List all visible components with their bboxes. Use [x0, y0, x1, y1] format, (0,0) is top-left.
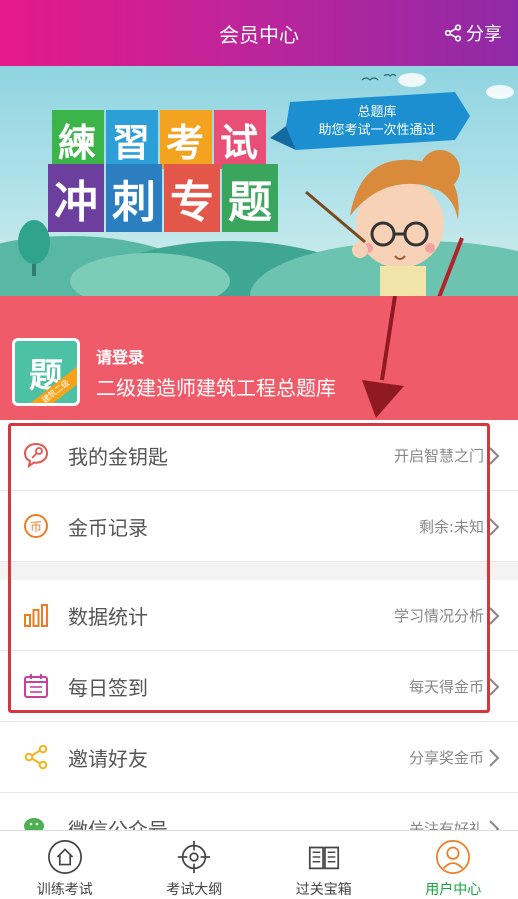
menu-label: 数据统计 [68, 604, 148, 629]
tab-label: 用户中心 [425, 882, 482, 898]
tab-user-center[interactable]: 用户中心 [389, 831, 518, 899]
banner-flag: 总题库 助您考试一次性通过 [282, 100, 472, 146]
menu-label: 金币记录 [68, 515, 148, 540]
menu-item-golden-key[interactable]: 我的金钥匙 开启智慧之门 [0, 420, 518, 491]
headline-bottom-char-2: 刺 [106, 164, 162, 232]
headline-top-char-3: 考 [160, 110, 213, 169]
menu-item-data-stats[interactable]: 数据统计 学习情况分析 [0, 580, 518, 651]
headline-bottom-char-4: 题 [222, 164, 278, 232]
menu-hint: 开启智慧之门 [393, 446, 484, 465]
coin-icon: 币 [22, 512, 50, 540]
key-chat-icon [22, 441, 50, 469]
section-divider [0, 562, 518, 580]
member-menu: 我的金钥匙 开启智慧之门 币 金币记录 剩余:未知 数据统计 学习情况分析 每日… [0, 420, 518, 864]
menu-item-daily-checkin[interactable]: 每日签到 每天得金币 [0, 651, 518, 722]
headline-bottom-char-1: 冲 [48, 164, 104, 232]
bottom-tab-bar: 训练考试 考试大纲 过关宝箱 用户中心 [0, 830, 518, 899]
chevron-right-icon [489, 447, 500, 465]
menu-hint: 学习情况分析 [393, 606, 484, 625]
menu-hint: 分享奖金币 [408, 748, 484, 767]
banner-headline-top: 練習考试 [52, 110, 268, 169]
flag-line-2: 助您考试一次性通过 [318, 123, 436, 138]
headline-top-char-2: 習 [106, 110, 159, 169]
user-icon [436, 840, 471, 874]
question-bank-name: 二级建造师建筑工程总题库 [96, 376, 336, 400]
book-icon [308, 846, 339, 870]
menu-label: 我的金钥匙 [68, 444, 168, 469]
question-bank-logo: 题 建筑二级 [12, 338, 80, 406]
chevron-right-icon [489, 749, 500, 767]
headline-top-char-1: 練 [52, 110, 105, 169]
chevron-right-icon [489, 518, 500, 536]
chevron-right-icon [489, 607, 500, 625]
banner-headline-bottom: 冲刺专题 [48, 164, 280, 232]
target-icon [178, 840, 211, 874]
share-button[interactable]: 分享 [444, 0, 502, 66]
menu-hint: 每天得金币 [408, 677, 484, 696]
login-prompt[interactable]: 请登录 [96, 344, 144, 368]
promo-banner[interactable]: 練習考试 冲刺专题 总题库 助您考试一次性通过 [0, 66, 518, 296]
share-icon [444, 24, 462, 42]
chevron-right-icon [489, 678, 500, 696]
tab-pass-treasure[interactable]: 过关宝箱 [259, 831, 389, 899]
tab-label: 训练考试 [36, 882, 93, 898]
calendar-icon [22, 672, 50, 700]
svg-text:币: 币 [30, 520, 42, 534]
menu-item-invite-friends[interactable]: 邀请好友 分享奖金币 [0, 722, 518, 793]
headline-bottom-char-3: 专 [164, 164, 220, 232]
home-icon [47, 840, 82, 874]
login-panel[interactable]: 题 建筑二级 请登录 二级建造师建筑工程总题库 [0, 296, 518, 420]
share-label: 分享 [466, 24, 502, 45]
tab-training-exam[interactable]: 训练考试 [0, 831, 130, 899]
share-icon [22, 743, 50, 771]
headline-top-char-4: 试 [214, 110, 267, 169]
menu-item-coin-record[interactable]: 币 金币记录 剩余:未知 [0, 491, 518, 562]
tab-label: 过关宝箱 [295, 882, 352, 898]
flag-line-1: 总题库 [357, 105, 397, 120]
menu-label: 每日签到 [68, 675, 148, 700]
app-header: 会员中心 分享 [0, 0, 518, 66]
tab-label: 考试大纲 [166, 882, 223, 898]
tab-exam-outline[interactable]: 考试大纲 [130, 831, 260, 899]
menu-label: 邀请好友 [68, 746, 148, 771]
bar-stats-icon [22, 601, 50, 629]
page-title: 会员中心 [219, 22, 299, 47]
menu-hint: 剩余:未知 [418, 517, 484, 536]
